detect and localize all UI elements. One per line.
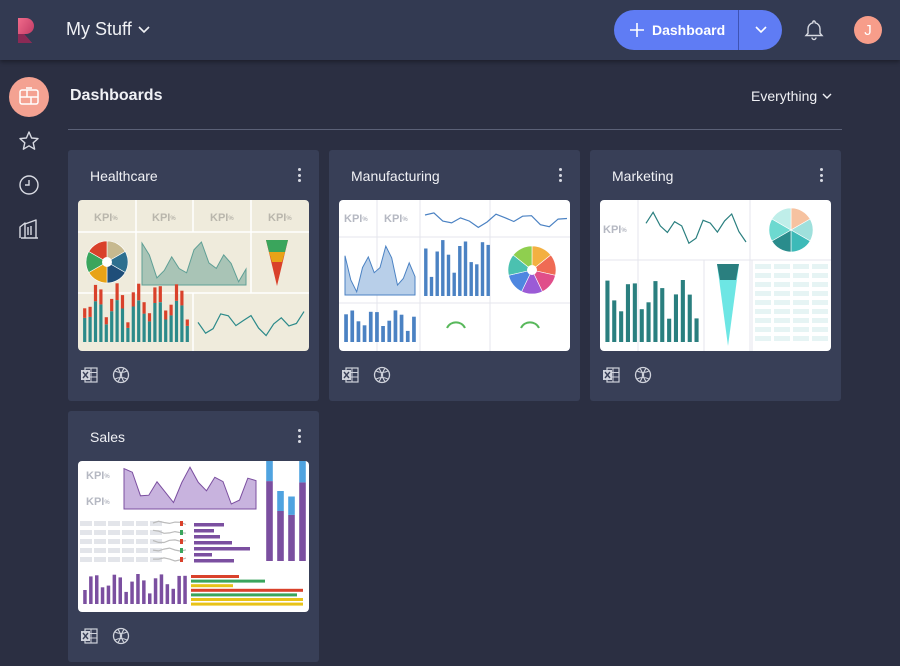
sales-thumbnail-preview: KPI%KPI%	[78, 461, 309, 612]
dashboard-card-title: Manufacturing	[351, 168, 440, 184]
manufacturing-thumbnail-preview: KPI% KPI%	[339, 200, 570, 351]
data-sources	[80, 366, 130, 384]
chevron-down-icon	[822, 93, 832, 99]
sidebar-item-library[interactable]	[9, 209, 49, 249]
web-icon	[373, 366, 391, 384]
star-icon	[19, 131, 39, 150]
dashboard-thumbnail[interactable]: KPI% KPI% KPI% KPI%	[78, 200, 309, 351]
filter-dropdown[interactable]: Everything	[751, 88, 832, 104]
page-title: Dashboards	[70, 87, 163, 104]
sidebar-item-dashboards[interactable]	[9, 77, 49, 117]
marketing-thumbnail-preview: KPI%	[600, 200, 831, 351]
dashboard-thumbnail[interactable]: KPI%	[600, 200, 831, 351]
notifications-bell-icon[interactable]	[802, 18, 826, 42]
chevron-down-icon	[138, 25, 150, 33]
dashboard-icon	[19, 87, 39, 105]
dashboard-card-sales[interactable]: Sales KPI% KPI%	[68, 411, 319, 662]
workspace-title: My Stuff	[66, 19, 132, 39]
data-sources	[602, 366, 652, 384]
sidebar-item-recent[interactable]	[9, 165, 49, 205]
dashboard-card-title: Healthcare	[90, 168, 158, 184]
healthcare-thumbnail-preview: KPI% KPI% KPI% KPI%	[78, 200, 309, 351]
excel-icon	[81, 628, 98, 644]
dashboard-card-healthcare[interactable]: Healthcare KPI% KPI% KPI% KPI%	[68, 150, 319, 401]
chevron-down-icon	[754, 26, 767, 34]
top-bar: My Stuff Dashboard J	[0, 0, 900, 60]
more-options-button[interactable]	[291, 166, 307, 184]
data-sources	[341, 366, 391, 384]
new-dashboard-dropdown-button[interactable]	[739, 10, 782, 50]
web-icon	[112, 627, 130, 645]
header-divider	[68, 129, 842, 130]
more-options-button[interactable]	[291, 427, 307, 445]
web-icon	[112, 366, 130, 384]
new-dashboard-split-button: Dashboard	[614, 10, 782, 50]
user-avatar[interactable]: J	[854, 16, 882, 44]
excel-icon	[342, 367, 359, 383]
dashboard-thumbnail[interactable]: KPI% KPI%	[78, 461, 309, 612]
dashboard-card-title: Marketing	[612, 168, 674, 184]
more-options-button[interactable]	[813, 166, 829, 184]
web-icon	[634, 366, 652, 384]
dashboard-card-manufacturing[interactable]: Manufacturing KPI% KPI%	[329, 150, 580, 401]
data-sources	[80, 627, 130, 645]
filter-label: Everything	[751, 88, 818, 104]
more-options-button[interactable]	[552, 166, 568, 184]
sidebar-item-favorites[interactable]	[9, 121, 49, 161]
dashboard-card-marketing[interactable]: Marketing KPI%	[590, 150, 841, 401]
workspace-selector[interactable]: My Stuff	[66, 19, 150, 40]
clock-icon	[19, 175, 39, 195]
new-dashboard-label: Dashboard	[652, 22, 726, 38]
plus-icon	[630, 23, 644, 37]
excel-icon	[603, 367, 620, 383]
dashboard-thumbnail[interactable]: KPI% KPI%	[339, 200, 570, 351]
new-dashboard-button[interactable]: Dashboard	[614, 10, 738, 50]
sidebar	[0, 60, 58, 666]
dashboard-card-title: Sales	[90, 429, 126, 445]
library-icon	[19, 219, 38, 239]
excel-icon	[81, 367, 98, 383]
app-logo-icon[interactable]	[14, 16, 40, 44]
